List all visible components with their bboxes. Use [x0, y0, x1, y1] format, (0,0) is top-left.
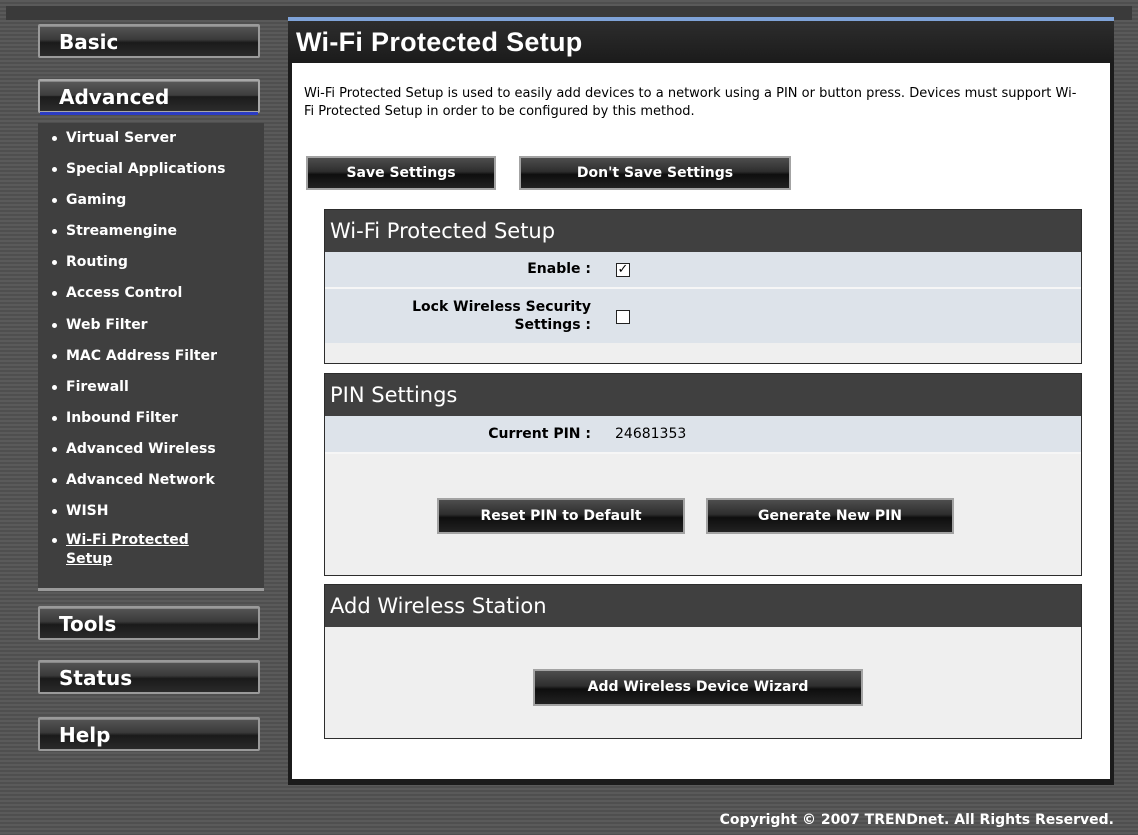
enable-checkbox[interactable]: ✓	[616, 263, 630, 277]
nav-status-button[interactable]: Status	[38, 660, 260, 694]
main-header: Wi-Fi Protected Setup	[288, 17, 1114, 63]
sidebar-item-label: Special Applications	[66, 161, 226, 178]
station-section-title: Add Wireless Station	[325, 585, 1081, 627]
bullet-icon	[52, 291, 57, 297]
sidebar-item-label: Virtual Server	[66, 130, 177, 146]
bullet-icon	[52, 384, 57, 390]
sidebar-item-label: Gaming	[66, 192, 127, 209]
sidebar-item-inbound-filter[interactable]: Inbound Filter	[38, 403, 264, 434]
sidebar-item-web-filter[interactable]: Web Filter	[38, 310, 264, 341]
bullet-icon	[52, 229, 57, 235]
sidebar-item-virtual-server[interactable]: Virtual Server	[38, 123, 264, 154]
bullet-icon	[52, 538, 57, 544]
bullet-icon	[52, 415, 57, 421]
enable-row: Enable : ✓	[325, 252, 1081, 289]
dont-save-settings-button[interactable]: Don't Save Settings	[519, 156, 791, 190]
sidebar-item-label: Web Filter	[66, 316, 148, 333]
sidebar-item-label: MAC Address Filter	[66, 347, 217, 364]
page-description: Wi-Fi Protected Setup is used to easily …	[304, 86, 1077, 119]
pin-section: PIN Settings Current PIN : 24681353 Rese…	[324, 373, 1082, 576]
bullet-icon	[52, 478, 57, 484]
nav-advanced-button[interactable]: Advanced	[38, 79, 260, 115]
lock-row: Lock Wireless Security Settings :	[325, 289, 1081, 343]
checkmark-icon: ✓	[617, 262, 629, 277]
sidebar-item-routing[interactable]: Routing	[38, 247, 264, 278]
bullet-icon	[52, 509, 57, 515]
sidebar-item-mac-address-filter[interactable]: MAC Address Filter	[38, 341, 264, 372]
main-content: Wi-Fi Protected Setup is used to easily …	[288, 63, 1114, 779]
bullet-icon	[52, 353, 57, 359]
sidebar-item-label: Access Control	[66, 285, 183, 302]
sidebar-item-label: Advanced Wireless	[66, 440, 216, 457]
add-wireless-device-wizard-button[interactable]: Add Wireless Device Wizard	[533, 669, 863, 706]
advanced-submenu: Virtual Server Special Applications Gami…	[38, 123, 264, 589]
wps-section-title: Wi-Fi Protected Setup	[325, 210, 1081, 252]
sidebar-item-streamengine[interactable]: Streamengine	[38, 216, 264, 247]
current-pin-label: Current PIN :	[488, 426, 591, 442]
main-bottom-bar	[288, 779, 1114, 785]
copyright-text: Copyright © 2007 TRENDnet. All Rights Re…	[719, 812, 1114, 828]
bullet-icon	[52, 260, 57, 266]
sidebar-item-gaming[interactable]: Gaming	[38, 185, 264, 216]
sidebar-item-label: Firewall	[66, 378, 129, 395]
pin-section-title: PIN Settings	[325, 374, 1081, 416]
bullet-icon	[52, 322, 57, 328]
sidebar-item-access-control[interactable]: Access Control	[38, 278, 264, 309]
sidebar-item-advanced-network[interactable]: Advanced Network	[38, 465, 264, 496]
enable-label: Enable :	[527, 261, 591, 277]
sidebar-item-wish[interactable]: WISH	[38, 496, 264, 527]
nav-help-button[interactable]: Help	[38, 717, 260, 751]
lock-label: Lock Wireless Security Settings :	[412, 299, 591, 333]
bullet-icon	[52, 446, 57, 452]
sidebar-item-advanced-wireless[interactable]: Advanced Wireless	[38, 434, 264, 465]
sidebar-item-label: Streamengine	[66, 223, 177, 240]
reset-pin-button[interactable]: Reset PIN to Default	[437, 498, 685, 534]
bullet-icon	[52, 167, 57, 173]
sidebar-item-wifi-protected-setup[interactable]: Wi-Fi Protected Setup	[38, 527, 264, 577]
sidebar-item-label: Routing	[66, 254, 128, 271]
wps-section: Wi-Fi Protected Setup Enable : ✓ Lock Wi…	[324, 209, 1082, 364]
lock-checkbox[interactable]	[616, 310, 630, 324]
sidebar-item-label: WISH	[66, 503, 109, 520]
nav-basic-button[interactable]: Basic	[38, 24, 260, 58]
bullet-icon	[52, 136, 57, 141]
sidebar-item-label: Inbound Filter	[66, 409, 178, 426]
submenu-divider	[38, 588, 264, 591]
generate-pin-button[interactable]: Generate New PIN	[706, 498, 954, 534]
save-settings-button[interactable]: Save Settings	[306, 156, 496, 190]
station-section: Add Wireless Station Add Wireless Device…	[324, 584, 1082, 739]
sidebar-item-label: Advanced Network	[66, 472, 215, 489]
nav-tools-button[interactable]: Tools	[38, 606, 260, 640]
sidebar-item-special-applications[interactable]: Special Applications	[38, 154, 264, 185]
current-pin-value: 24681353	[615, 426, 687, 442]
current-pin-row: Current PIN : 24681353	[325, 416, 1081, 454]
sidebar-item-label: Wi-Fi Protected Setup	[66, 532, 189, 568]
page-title: Wi-Fi Protected Setup	[296, 27, 583, 57]
bullet-icon	[52, 198, 57, 204]
sidebar-item-firewall[interactable]: Firewall	[38, 372, 264, 403]
